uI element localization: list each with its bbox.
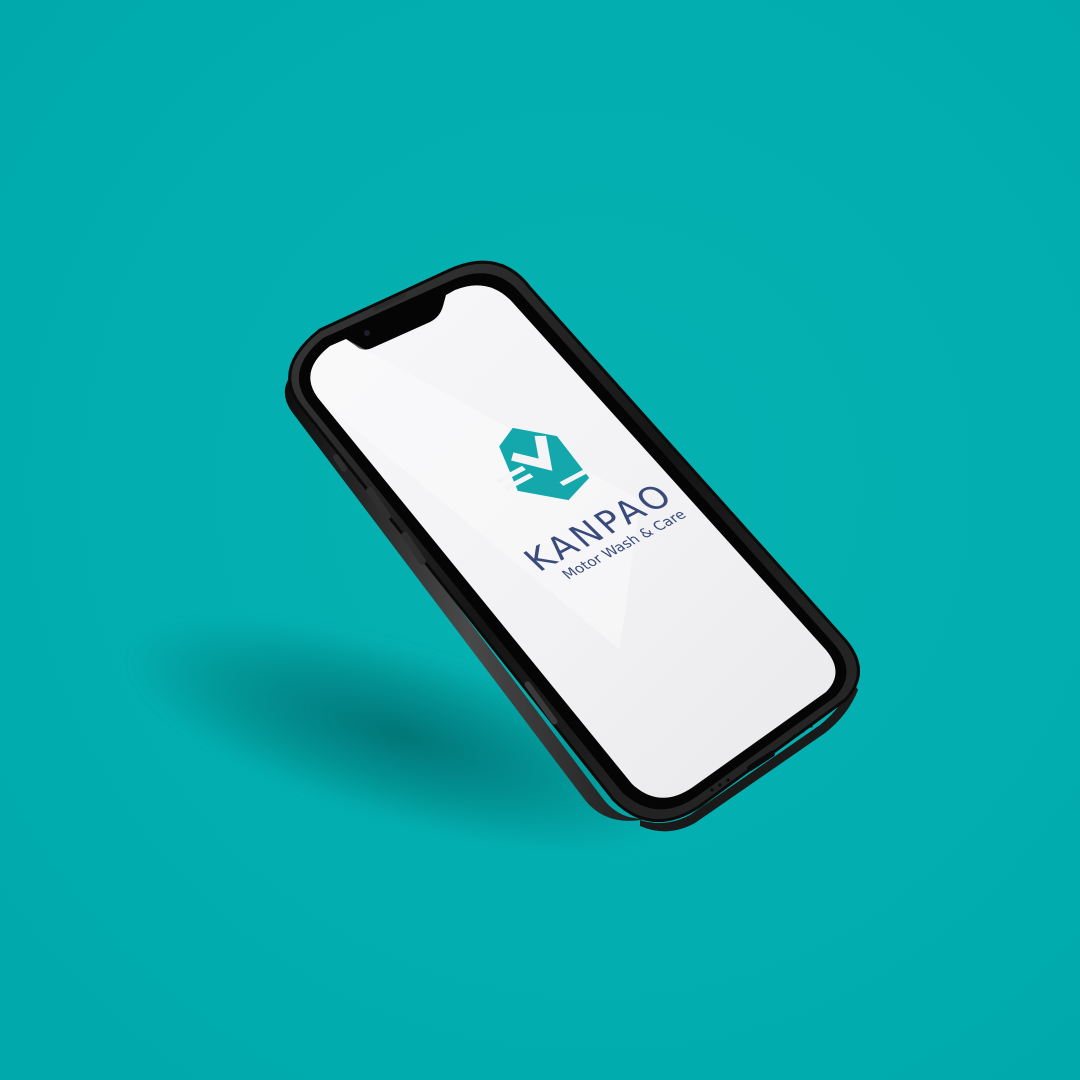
front-camera-icon — [364, 330, 370, 336]
phone-mockup: KANPAO Motor Wash & Care — [284, 260, 860, 832]
